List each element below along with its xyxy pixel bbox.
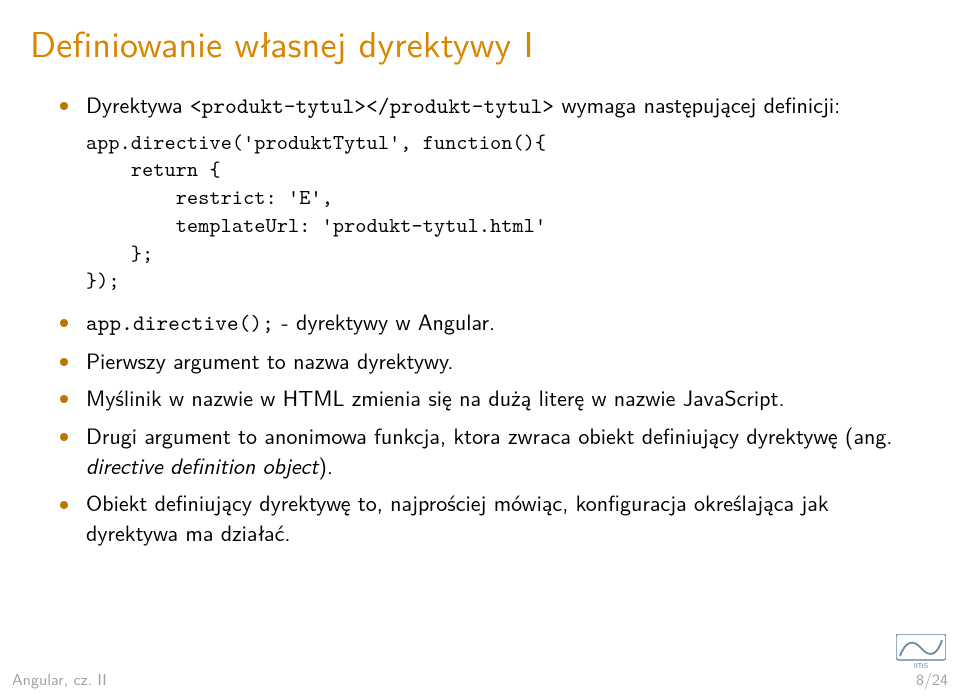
bullet-icon — [60, 358, 68, 366]
code-block: app.directive('produktTytul', function()… — [86, 129, 920, 295]
footer-right: 8/24 — [916, 667, 948, 690]
list-item: Obiekt definiujący dyrektywę to, najproś… — [60, 488, 920, 547]
slide-title: Definiowanie własnej dyrektywy I — [30, 16, 534, 69]
bullet-icon — [60, 433, 68, 441]
list-item: Drugi argument to anonimowa funkcja, kto… — [60, 421, 920, 480]
bullet-icon — [60, 319, 68, 327]
list-item: app.directive(); - dyrektywy w Angular. — [60, 307, 920, 338]
institution-logo: IITiS — [896, 634, 946, 670]
item-text: Myślinik w nazwie w HTML zmienia się na … — [86, 381, 785, 413]
slide: Definiowanie własnej dyrektywy I Dyrekty… — [0, 0, 960, 700]
list-item: Pierwszy argument to nazwa dyrektywy. — [60, 346, 920, 376]
item-text-post: - dyrektywy w Angular. — [274, 305, 495, 337]
bullet-icon — [60, 395, 68, 403]
item-code: <produkt-tytul></produkt-tytul> — [190, 91, 554, 120]
item-code: app.directive(); — [86, 308, 274, 337]
list-item: Dyrektywa <produkt-tytul></produkt-tytul… — [60, 90, 920, 121]
item-text: Obiekt definiujący dyrektywę to, najproś… — [86, 486, 829, 548]
list-item: Myślinik w nazwie w HTML zmienia się na … — [60, 383, 920, 413]
item-text: Pierwszy argument to nazwa dyrektywy. — [86, 344, 453, 376]
bullet-icon — [60, 102, 68, 110]
item-text-ital: directive definition object — [86, 449, 318, 481]
slide-body: Dyrektywa <produkt-tytul></produkt-tytul… — [60, 90, 920, 556]
item-text-post: ). — [318, 449, 333, 481]
bullet-icon — [60, 501, 68, 509]
item-text-pre: Dyrektywa — [86, 88, 190, 120]
footer-left: Angular, cz. II — [12, 667, 107, 690]
item-text-post: wymaga następującej definicji: — [554, 88, 840, 120]
item-text-pre: Drugi argument to anonimowa funkcja, kto… — [86, 419, 893, 451]
